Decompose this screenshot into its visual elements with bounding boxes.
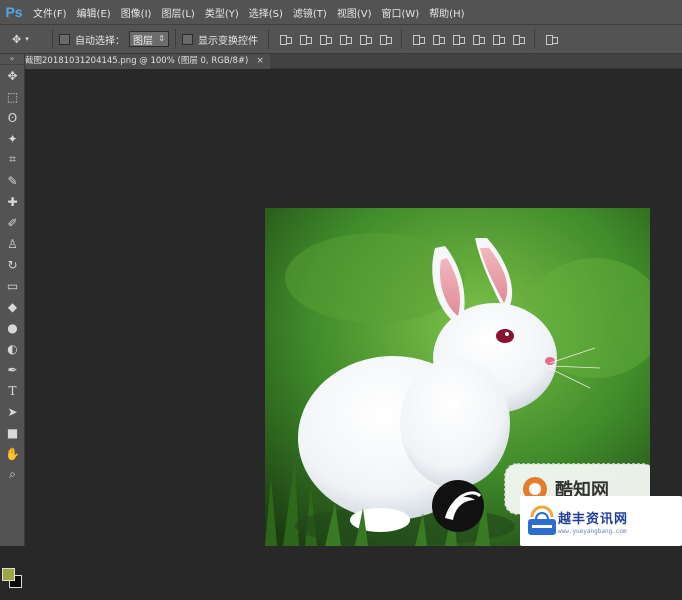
eraser-icon: ▭: [6, 278, 19, 293]
menu-layer[interactable]: 图层(L): [156, 5, 199, 20]
divider: [268, 29, 269, 49]
hand-tool[interactable]: ✋: [0, 443, 25, 464]
divider: [534, 29, 535, 49]
align-top-icon[interactable]: [278, 32, 292, 46]
zoom-icon: ⌕: [9, 467, 16, 481]
lasso-tool[interactable]: ʘ: [0, 107, 25, 128]
shape-tool[interactable]: ■: [0, 422, 25, 443]
brush-tool[interactable]: ✐: [0, 212, 25, 233]
color-swatches: [0, 562, 25, 600]
canvas-area[interactable]: 酷知网: [25, 70, 682, 546]
show-transform-checkbox[interactable]: [182, 33, 193, 45]
menu-image[interactable]: 图像(I): [116, 5, 157, 20]
divider: [175, 29, 176, 49]
distribute-bottom-icon[interactable]: [451, 32, 465, 46]
move-tool[interactable]: ✥: [0, 65, 25, 86]
chevron-down-icon: ▾: [25, 35, 29, 43]
stamp-tool[interactable]: ♙: [0, 233, 25, 254]
crop-icon: ⌗: [9, 152, 16, 166]
menu-bar: Ps 文件(F) 编辑(E) 图像(I) 图层(L) 类型(Y) 选择(S) 滤…: [0, 0, 682, 24]
document-tab[interactable]: 截图20181031204145.png @ 100% (图层 0, RGB/8…: [25, 54, 270, 69]
bucket-icon: ◆: [7, 299, 18, 314]
type-tool[interactable]: T: [0, 380, 25, 401]
type-icon: T: [8, 383, 17, 398]
watermark-title: 越丰资讯网: [558, 512, 629, 527]
show-transform-label: 显示变换控件: [198, 35, 258, 47]
lasso-icon: ʘ: [7, 110, 18, 125]
divider: [401, 29, 402, 49]
options-bar: ✥ ▾ 自动选择： 图层 ⇕ 显示变换控件: [0, 24, 682, 54]
bucket-tool[interactable]: ◆: [0, 296, 25, 317]
path-select-icon: ➤: [7, 404, 18, 419]
menu-select[interactable]: 选择(S): [244, 5, 288, 20]
distribute-vcenter-icon[interactable]: [431, 32, 445, 46]
auto-align-icon[interactable]: [544, 32, 558, 46]
menu-window[interactable]: 窗口(W): [376, 5, 424, 20]
brush-icon: ✐: [7, 215, 18, 230]
menu-filter[interactable]: 滤镜(T): [288, 5, 332, 20]
move-icon: ✥: [7, 68, 18, 83]
auto-select-dropdown[interactable]: 图层 ⇕: [129, 31, 169, 47]
panel-collapse-icon[interactable]: »: [0, 54, 24, 65]
dodge-tool[interactable]: ◐: [0, 338, 25, 359]
photoshop-logo: Ps: [5, 4, 23, 20]
divider: [52, 29, 53, 49]
healing-icon: ✚: [7, 194, 18, 209]
blur-tool[interactable]: ●: [0, 317, 25, 338]
tools-panel: » ✥ ⬚ ʘ ✦ ⌗ ✎ ✚ ✐ ♙ ↻ ▭ ◆ ● ◐ ✒ T ➤ ■ ✋ …: [0, 54, 25, 588]
zoom-tool[interactable]: ⌕: [0, 464, 25, 485]
auto-select-value: 图层: [133, 35, 153, 47]
align-hcenter-icon[interactable]: [358, 32, 372, 46]
align-bottom-icon[interactable]: [318, 32, 332, 46]
shape-icon: ■: [6, 425, 19, 440]
menu-view[interactable]: 视图(V): [332, 5, 377, 20]
marquee-icon: ⬚: [6, 89, 19, 104]
path-select-tool[interactable]: ➤: [0, 401, 25, 422]
dropdown-arrow-icon: ⇕: [158, 34, 165, 43]
auto-select-checkbox[interactable]: [59, 33, 70, 45]
menu-type[interactable]: 类型(Y): [200, 5, 244, 20]
eyedropper-icon: ✎: [7, 173, 18, 188]
watermark-logo-icon: [528, 505, 556, 535]
stamp-icon: ♙: [7, 236, 18, 251]
tool-preset-picker[interactable]: ✥ ▾: [12, 28, 46, 50]
blur-icon: ●: [7, 320, 18, 335]
auto-select-label: 自动选择：: [75, 35, 125, 47]
healing-tool[interactable]: ✚: [0, 191, 25, 212]
magic-wand-tool[interactable]: ✦: [0, 128, 25, 149]
eyedropper-tool[interactable]: ✎: [0, 170, 25, 191]
pen-tool[interactable]: ✒: [0, 359, 25, 380]
foreground-color-swatch[interactable]: [2, 568, 15, 581]
corner-watermark: 越丰资讯网 www.yueyangbang.com: [520, 496, 682, 546]
close-icon[interactable]: ×: [256, 54, 264, 69]
watermark-url: www.yueyangbang.com: [558, 528, 627, 535]
history-brush-tool[interactable]: ↻: [0, 254, 25, 275]
crop-tool[interactable]: ⌗: [0, 149, 25, 170]
pen-icon: ✒: [7, 362, 18, 377]
distribute-hcenter-icon[interactable]: [491, 32, 505, 46]
menu-help[interactable]: 帮助(H): [424, 5, 469, 20]
history-brush-icon: ↻: [7, 257, 18, 272]
move-icon: ✥: [12, 32, 22, 46]
distribute-right-icon[interactable]: [511, 32, 525, 46]
menu-edit[interactable]: 编辑(E): [72, 5, 116, 20]
magic-wand-icon: ✦: [7, 131, 18, 146]
menu-file[interactable]: 文件(F): [28, 5, 72, 20]
dodge-icon: ◐: [7, 341, 18, 356]
align-left-icon[interactable]: [338, 32, 352, 46]
hand-icon: ✋: [5, 446, 20, 461]
document-tab-title: 截图20181031204145.png @ 100% (图层 0, RGB/8…: [25, 56, 249, 66]
marquee-tool[interactable]: ⬚: [0, 86, 25, 107]
eraser-tool[interactable]: ▭: [0, 275, 25, 296]
distribute-left-icon[interactable]: [471, 32, 485, 46]
distribute-top-icon[interactable]: [411, 32, 425, 46]
align-vcenter-icon[interactable]: [298, 32, 312, 46]
document-tab-bar: 截图20181031204145.png @ 100% (图层 0, RGB/8…: [25, 54, 682, 69]
align-right-icon[interactable]: [378, 32, 392, 46]
